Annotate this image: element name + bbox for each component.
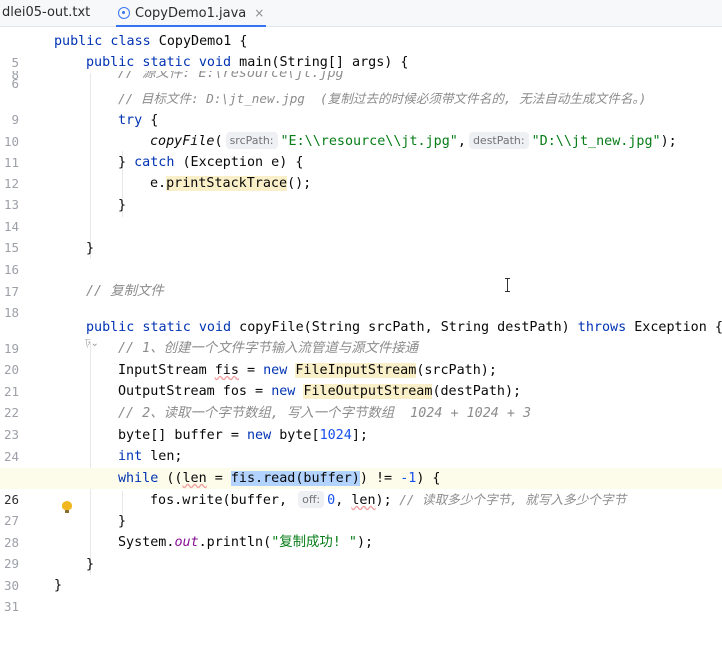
code-line: 21 InputStream fis = new FileInputStream… xyxy=(0,360,722,399)
parameter-hint: srcPath: xyxy=(225,132,278,149)
code-line: 18 // 复制文件 xyxy=(0,281,722,320)
code-line: 9 // 目标文件: D:\jt_new.jpg (复制过去的时候必须带文件名的… xyxy=(0,88,722,127)
code-line: 20 // 1、创建一个文件字节输入流管道与源文件接通 xyxy=(0,338,722,377)
tab-label: CopyDemo1.java xyxy=(135,6,247,21)
code-line-folded: 8 // 源文件: E:\resource\jt.jpg xyxy=(0,71,722,84)
tab-label: dlei05-out.txt xyxy=(2,5,91,20)
close-icon[interactable]: × xyxy=(254,6,264,20)
selected-expression: fis.read(buffer) xyxy=(230,471,360,486)
code-line: 23 // 2、读取一个字节数组, 写入一个字节数组 1024 + 1024 +… xyxy=(0,403,722,442)
code-line: 16 } xyxy=(0,238,722,277)
code-line: 13 e.printStackTrace(); xyxy=(0,173,722,212)
warning-highlight: FileOutputStream xyxy=(303,384,433,399)
code-line: 5 public class CopyDemo1 { xyxy=(0,31,722,70)
code-line: 6 public static void main(String[] args)… xyxy=(0,52,722,91)
code-line: 19 public static void copyFile(String sr… xyxy=(0,317,722,356)
line-number: 8 xyxy=(11,71,19,82)
active-tab-indicator xyxy=(116,25,266,27)
code-line: 24 byte[] buffer = new byte[1024]; xyxy=(0,425,722,464)
line-number: 31 xyxy=(3,599,19,614)
ide-window: dlei05-out.txt CopyDemo1.java × 5 public … xyxy=(0,0,722,614)
code-line: 14 } xyxy=(0,195,722,234)
code-editor[interactable]: 5 public class CopyDemo1 { 6 public stat… xyxy=(0,31,722,614)
parameter-hint: destPath: xyxy=(468,132,529,149)
code-line: 11 copyFile(srcPath: "E:\\resource\\jt.jp… xyxy=(0,131,722,170)
code-line: 22 OutputStream fos = new FileOutputStre… xyxy=(0,381,722,420)
java-class-icon xyxy=(118,7,130,19)
code-line: 10 try { xyxy=(0,110,722,149)
code-line: 30 } xyxy=(0,554,722,593)
code-line: 17 xyxy=(0,260,722,299)
warning-highlight: printStackTrace xyxy=(166,176,288,191)
code-line: 12 } catch (Exception e) { xyxy=(0,152,722,191)
code-line: 28 } xyxy=(0,511,722,550)
parameter-hint: off: xyxy=(298,491,325,508)
editor-tab-bar: dlei05-out.txt CopyDemo1.java × xyxy=(0,0,722,27)
code-line-current: 26 while ((len = fis.read(buffer)) != -1… xyxy=(0,468,722,507)
code-line: 29 System.out.println("复制成功! "); xyxy=(0,532,722,571)
code-line: 15 xyxy=(0,216,722,255)
code-line: 27 fos.write(buffer, off: 0, len); // 读取多… xyxy=(0,489,722,528)
tab-copydemo1-java[interactable]: CopyDemo1.java × xyxy=(116,0,266,27)
warning-highlight: FileInputStream xyxy=(295,363,417,378)
mouse-text-cursor xyxy=(505,278,511,292)
code-line: 25 int len; xyxy=(0,446,722,485)
code-line: 31 } xyxy=(0,575,722,614)
tab-dlei05-out-txt[interactable]: dlei05-out.txt xyxy=(0,0,114,26)
